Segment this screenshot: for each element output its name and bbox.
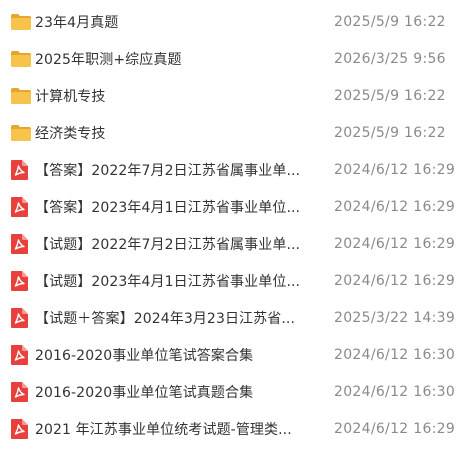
file-date: 2026/3/25 9:56 (334, 51, 446, 67)
file-row[interactable]: 经济类专技 2025/5/9 16:22 (0, 115, 460, 151)
file-date: 2024/6/12 16:30 (334, 384, 456, 400)
pdf-icon (11, 382, 28, 402)
file-row[interactable]: 2016-2020事业单位笔试答案合集 2024/6/12 16:30 (0, 337, 460, 373)
folder-icon (11, 125, 31, 141)
folder-icon (11, 14, 31, 30)
file-date: 2024/6/12 16:29 (334, 421, 456, 437)
pdf-icon (11, 308, 28, 328)
pdf-icon (11, 271, 28, 291)
pdf-icon (11, 419, 28, 439)
file-date: 2025/5/9 16:22 (334, 125, 446, 141)
file-date: 2025/5/9 16:22 (334, 14, 446, 30)
file-date: 2025/5/9 16:22 (334, 88, 446, 104)
file-name: 2025年职测+综应真题 (35, 52, 182, 68)
file-date: 2024/6/12 16:29 (334, 199, 456, 215)
pdf-icon (11, 197, 28, 217)
file-date: 2025/3/22 14:39 (334, 310, 456, 326)
file-row[interactable]: 2021 年江苏事业单位统考试题-管理类... 2024/6/12 16:29 (0, 411, 460, 447)
file-row[interactable]: 计算机专技 2025/5/9 16:22 (0, 78, 460, 114)
file-name: 计算机专技 (35, 89, 106, 105)
folder-icon (11, 88, 31, 104)
file-row[interactable]: 【试题】2023年4月1日江苏省事业单位... 2024/6/12 16:29 (0, 263, 460, 299)
file-name: 2016-2020事业单位笔试答案合集 (35, 348, 254, 364)
pdf-icon (11, 345, 28, 365)
file-date: 2024/6/12 16:29 (334, 236, 456, 252)
file-name: 经济类专技 (35, 126, 106, 142)
file-name: 【试题＋答案】2024年3月23日江苏省... (35, 311, 296, 327)
file-row[interactable]: 2025年职测+综应真题 2026/3/25 9:56 (0, 41, 460, 77)
file-row[interactable]: 23年4月真题 2025/5/9 16:22 (0, 4, 460, 40)
file-row[interactable]: 2016-2020事业单位笔试真题合集 2024/6/12 16:30 (0, 374, 460, 410)
file-date: 2024/6/12 16:30 (334, 347, 456, 363)
file-name: 【试题】2022年7月2日江苏省属事业单... (35, 237, 301, 253)
folder-icon (11, 51, 31, 67)
file-date: 2024/6/12 16:29 (334, 273, 456, 289)
file-name: 2021 年江苏事业单位统考试题-管理类... (35, 422, 292, 438)
pdf-icon (11, 160, 28, 180)
file-name: 【答案】2022年7月2日江苏省属事业单... (35, 163, 301, 179)
pdf-icon (11, 234, 28, 254)
file-date: 2024/6/12 16:29 (334, 162, 456, 178)
file-list: 23年4月真题 2025/5/9 16:22 2025年职测+综应真题 2026… (0, 0, 460, 450)
file-row[interactable]: 【答案】2022年7月2日江苏省属事业单... 2024/6/12 16:29 (0, 152, 460, 188)
file-name: 23年4月真题 (35, 15, 119, 31)
file-row[interactable]: 【试题】2022年7月2日江苏省属事业单... 2024/6/12 16:29 (0, 226, 460, 262)
file-row[interactable]: 【试题＋答案】2024年3月23日江苏省... 2025/3/22 14:39 (0, 300, 460, 336)
file-name: 【试题】2023年4月1日江苏省事业单位... (35, 274, 301, 290)
file-row[interactable]: 【答案】2023年4月1日江苏省事业单位... 2024/6/12 16:29 (0, 189, 460, 225)
file-name: 【答案】2023年4月1日江苏省事业单位... (35, 200, 301, 216)
file-name: 2016-2020事业单位笔试真题合集 (35, 385, 254, 401)
